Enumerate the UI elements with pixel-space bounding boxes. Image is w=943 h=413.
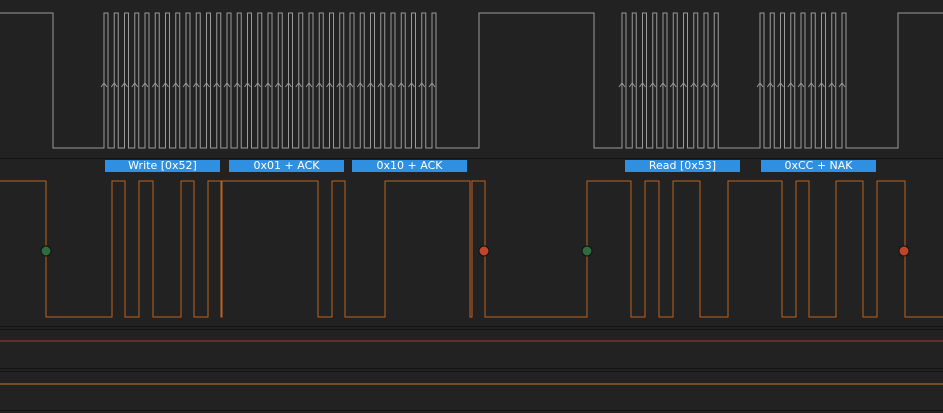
- channel-separator: [0, 158, 943, 159]
- annotation-byte-1[interactable]: 0x01 + ACK: [229, 160, 344, 172]
- annotation-byte-3[interactable]: 0xCC + NAK: [761, 160, 876, 172]
- channel-separator: [0, 326, 943, 327]
- waveform-canvas[interactable]: [0, 0, 943, 413]
- clock-waveform: [0, 12, 943, 149]
- annotation-write[interactable]: Write [0x52]: [105, 160, 220, 172]
- channel-separator: [0, 368, 943, 369]
- data-signal-path: [0, 180, 943, 318]
- annotation-byte-2[interactable]: 0x10 + ACK: [352, 160, 467, 172]
- channel-separator: [0, 329, 943, 330]
- clock-signal-path: [0, 12, 943, 149]
- stop-marker-icon: [478, 245, 490, 257]
- channel-separator: [0, 410, 943, 411]
- start-marker-icon: [40, 245, 52, 257]
- start-marker-icon: [581, 245, 593, 257]
- start-stop-markers: [40, 245, 910, 257]
- data-waveform: [0, 180, 943, 318]
- channel-separator: [0, 371, 943, 372]
- stop-marker-icon: [898, 245, 910, 257]
- annotation-read[interactable]: Read [0x53]: [625, 160, 740, 172]
